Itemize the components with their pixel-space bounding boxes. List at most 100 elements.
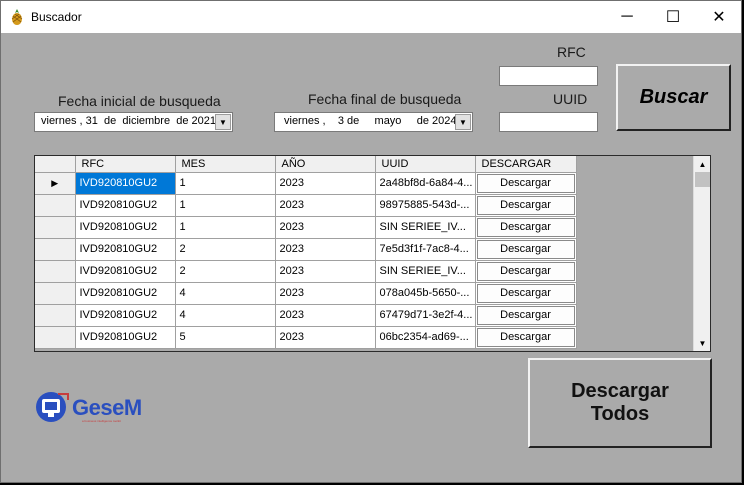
fecha-inicial-label: Fecha inicial de busqueda [58, 93, 221, 109]
cell-uuid[interactable]: 98975885-543d-... [375, 194, 476, 217]
column-header-mes[interactable]: MES [175, 156, 276, 173]
row-header[interactable] [35, 216, 76, 239]
results-grid: RFC MES AÑO UUID DESCARGAR ▶ IVD920810GU… [34, 155, 711, 352]
table-row[interactable]: IVD920810GU2 1 2023 SIN SERIEE_IV... Des… [35, 216, 577, 239]
buscar-button[interactable]: Buscar [616, 64, 731, 131]
table-row[interactable]: IVD920810GU2 4 2023 078a045b-5650-... De… [35, 282, 577, 305]
fecha-final-label: Fecha final de busqueda [308, 91, 462, 107]
grid-vertical-scrollbar[interactable]: ▲ ▼ [693, 156, 710, 351]
logo-text: GeseM [72, 395, 142, 420]
cell-rfc[interactable]: IVD920810GU2 [75, 282, 176, 305]
window-title: Buscador [31, 10, 82, 24]
column-header-rfc[interactable]: RFC [75, 156, 176, 173]
main-window: Buscador ─ ☐ ✕ Fecha inicial de busqueda… [0, 0, 742, 483]
cell-mes[interactable]: 1 [175, 172, 276, 195]
row-header[interactable] [35, 194, 76, 217]
table-row[interactable]: IVD920810GU2 5 2023 06bc2354-ad69-... De… [35, 326, 577, 349]
cell-descargar: Descargar [475, 282, 577, 305]
cell-uuid[interactable]: 06bc2354-ad69-... [375, 326, 476, 349]
uuid-input[interactable] [499, 112, 598, 132]
current-row-arrow-icon: ▶ [51, 178, 59, 188]
column-header-anio[interactable]: AÑO [275, 156, 376, 173]
cell-uuid[interactable]: SIN SERIEE_IV... [375, 260, 476, 283]
cell-anio[interactable]: 2023 [275, 172, 376, 195]
cell-anio[interactable]: 2023 [275, 260, 376, 283]
scroll-up-icon[interactable]: ▲ [694, 156, 711, 172]
cell-mes[interactable]: 2 [175, 260, 276, 283]
cell-anio[interactable]: 2023 [275, 282, 376, 305]
descargar-row-button[interactable]: Descargar [476, 195, 575, 215]
row-header[interactable] [35, 260, 76, 283]
cell-uuid[interactable]: 2a48bf8d-6a84-4... [375, 172, 476, 195]
cell-mes[interactable]: 4 [175, 282, 276, 305]
fecha-inicial-picker[interactable]: viernes , 31 de diciembre de 2021 ▼ [34, 112, 233, 132]
descargar-row-button[interactable]: Descargar [476, 173, 575, 193]
row-header[interactable]: ▶ [35, 172, 76, 195]
row-header[interactable] [35, 326, 76, 349]
row-header[interactable] [35, 238, 76, 261]
cell-mes[interactable]: 1 [175, 194, 276, 217]
cell-rfc[interactable]: IVD920810GU2 [75, 172, 176, 195]
maximize-button[interactable]: ☐ [650, 1, 696, 33]
rfc-label: RFC [557, 44, 586, 60]
cell-anio[interactable]: 2023 [275, 216, 376, 239]
cell-uuid[interactable]: 7e5d3f1f-7ac8-4... [375, 238, 476, 261]
scroll-down-icon[interactable]: ▼ [694, 335, 711, 351]
cell-uuid[interactable]: 67479d71-3e2f-4... [375, 304, 476, 327]
pineapple-icon [11, 9, 23, 25]
row-header[interactable] [35, 304, 76, 327]
gesem-logo: GeseM a business intelligence toolkit [34, 389, 154, 425]
cell-descargar: Descargar [475, 216, 577, 239]
cell-uuid[interactable]: SIN SERIEE_IV... [375, 216, 476, 239]
cell-descargar: Descargar [475, 304, 577, 327]
column-header-descargar[interactable]: DESCARGAR [475, 156, 577, 173]
cell-anio[interactable]: 2023 [275, 238, 376, 261]
descargar-todos-button[interactable]: Descargar Todos [528, 358, 712, 448]
cell-mes[interactable]: 5 [175, 326, 276, 349]
chevron-down-icon[interactable]: ▼ [215, 114, 231, 130]
descargar-row-button[interactable]: Descargar [476, 327, 575, 347]
minimize-button[interactable]: ─ [604, 1, 650, 33]
table-row[interactable]: ▶ IVD920810GU2 1 2023 2a48bf8d-6a84-4...… [35, 172, 577, 195]
descargar-todos-label: Descargar Todos [571, 380, 669, 425]
fecha-final-picker[interactable]: viernes , 3 de mayo de 2024 ▼ [274, 112, 473, 132]
close-button[interactable]: ✕ [696, 1, 742, 33]
rfc-input[interactable] [499, 66, 598, 86]
cell-mes[interactable]: 2 [175, 238, 276, 261]
logo-tagline: a business intelligence toolkit [82, 419, 121, 423]
table-row[interactable]: IVD920810GU2 4 2023 67479d71-3e2f-4... D… [35, 304, 577, 327]
cell-rfc[interactable]: IVD920810GU2 [75, 304, 176, 327]
table-row[interactable]: IVD920810GU2 1 2023 98975885-543d-... De… [35, 194, 577, 217]
descargar-row-button[interactable]: Descargar [476, 305, 575, 325]
cell-descargar: Descargar [475, 238, 577, 261]
cell-descargar: Descargar [475, 326, 577, 349]
cell-anio[interactable]: 2023 [275, 304, 376, 327]
scroll-thumb[interactable] [695, 172, 710, 187]
cell-rfc[interactable]: IVD920810GU2 [75, 260, 176, 283]
gesem-logo-icon [36, 392, 69, 422]
cell-rfc[interactable]: IVD920810GU2 [75, 194, 176, 217]
cell-anio[interactable]: 2023 [275, 194, 376, 217]
descargar-row-button[interactable]: Descargar [476, 261, 575, 281]
column-header-uuid[interactable]: UUID [375, 156, 476, 173]
descargar-row-button[interactable]: Descargar [476, 217, 575, 237]
cell-rfc[interactable]: IVD920810GU2 [75, 238, 176, 261]
cell-mes[interactable]: 1 [175, 216, 276, 239]
fecha-final-value: viernes , 3 de mayo de 2024 [284, 115, 457, 127]
uuid-label: UUID [553, 91, 588, 107]
cell-descargar: Descargar [475, 172, 577, 195]
table-row[interactable]: IVD920810GU2 2 2023 7e5d3f1f-7ac8-4... D… [35, 238, 577, 261]
title-bar: Buscador ─ ☐ ✕ [1, 1, 741, 33]
chevron-down-icon[interactable]: ▼ [455, 114, 471, 130]
cell-anio[interactable]: 2023 [275, 326, 376, 349]
table-row[interactable]: IVD920810GU2 2 2023 SIN SERIEE_IV... Des… [35, 260, 577, 283]
cell-rfc[interactable]: IVD920810GU2 [75, 326, 176, 349]
descargar-row-button[interactable]: Descargar [476, 283, 575, 303]
fecha-inicial-value: viernes , 31 de diciembre de 2021 [41, 115, 216, 127]
cell-uuid[interactable]: 078a045b-5650-... [375, 282, 476, 305]
cell-descargar: Descargar [475, 260, 577, 283]
cell-rfc[interactable]: IVD920810GU2 [75, 216, 176, 239]
descargar-row-button[interactable]: Descargar [476, 239, 575, 259]
cell-mes[interactable]: 4 [175, 304, 276, 327]
row-header[interactable] [35, 282, 76, 305]
